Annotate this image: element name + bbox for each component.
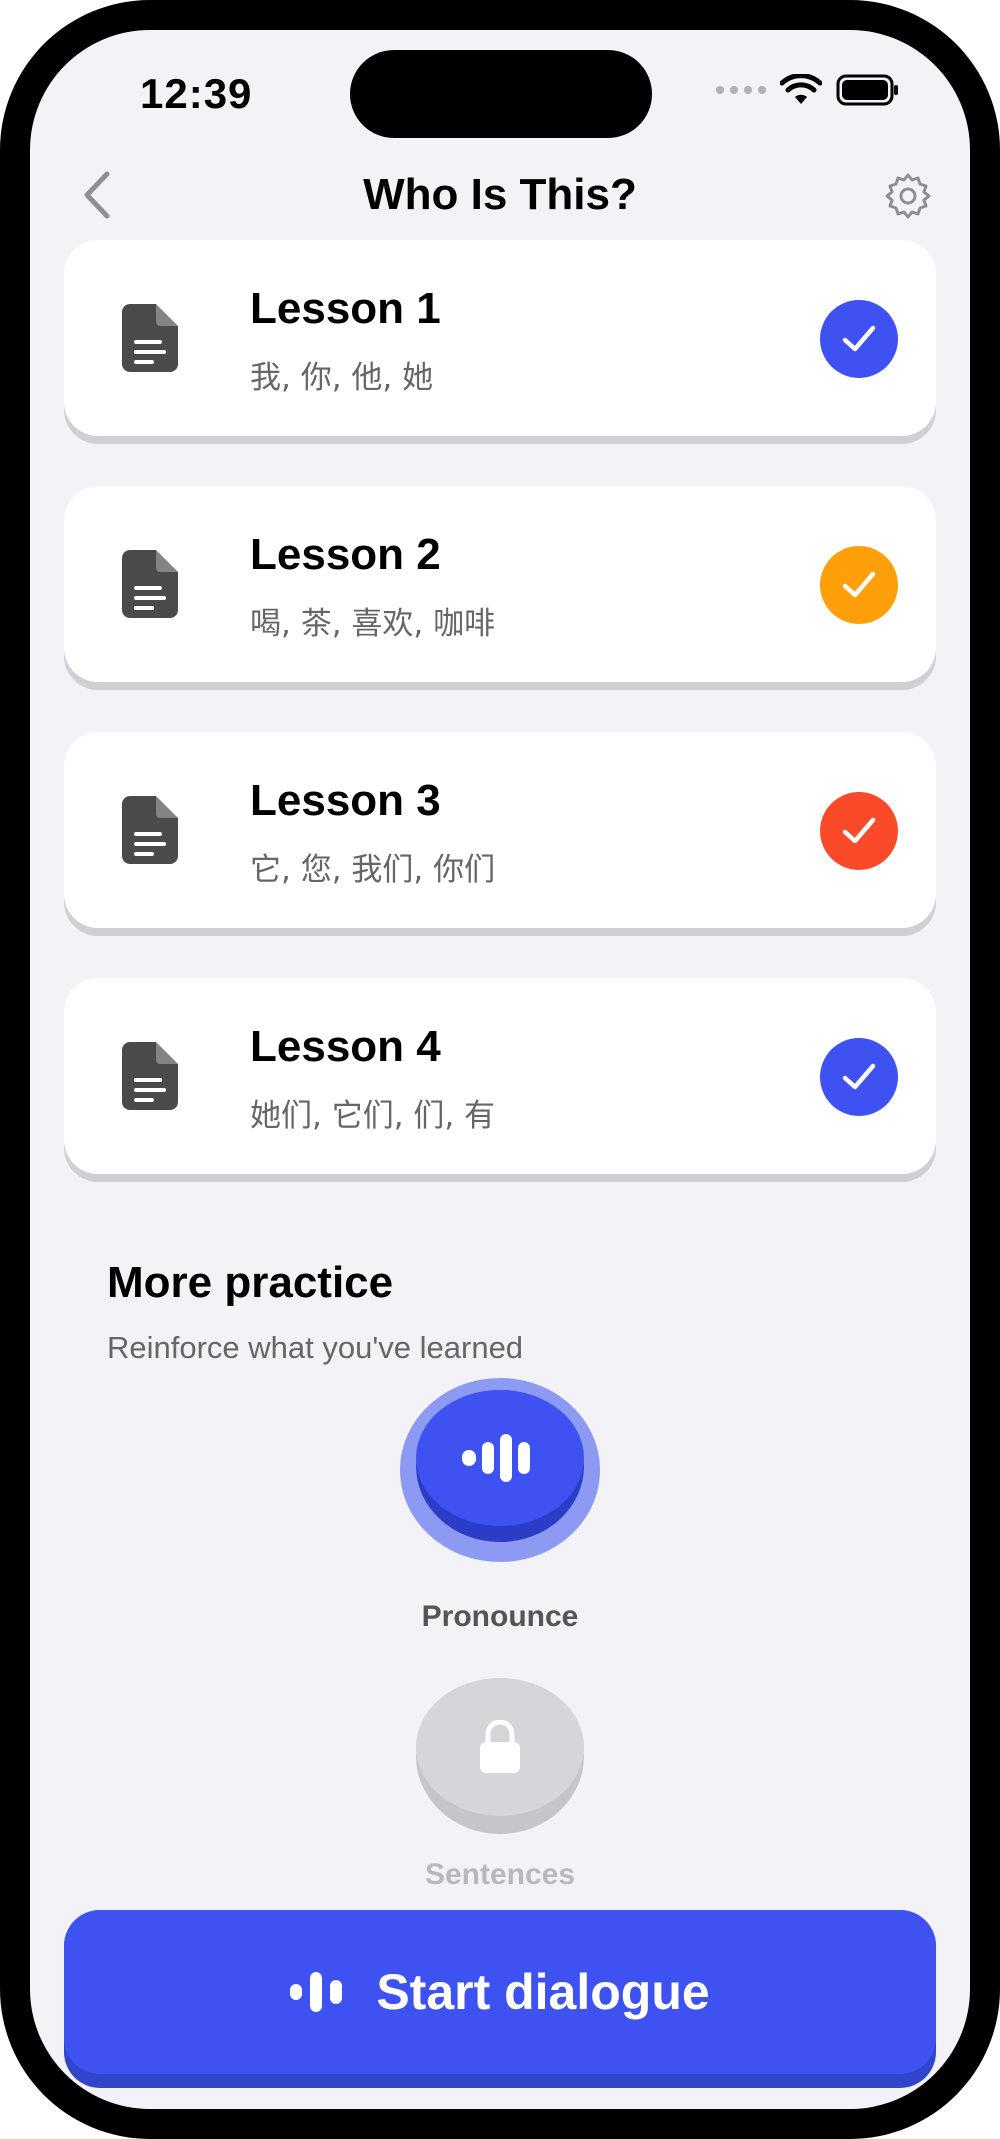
checkmark-icon <box>842 817 876 844</box>
device-frame: 12:39 Who Is This? Lesson 1 我, 你, 他, 她 L… <box>0 0 1000 2139</box>
battery-icon <box>836 74 898 106</box>
lesson-title: Lesson 3 <box>250 776 441 825</box>
wifi-icon <box>780 74 822 104</box>
document-icon <box>122 1042 178 1110</box>
lesson-card[interactable]: Lesson 4 她们, 它们, 们, 有 <box>64 978 936 1174</box>
lesson-card[interactable]: Lesson 1 我, 你, 他, 她 <box>64 240 936 436</box>
checkmark-icon <box>842 571 876 598</box>
lesson-words: 她们, 它们, 们, 有 <box>250 1098 496 1134</box>
section-title: More practice <box>107 1258 394 1307</box>
document-icon <box>122 550 178 618</box>
app-screen: 12:39 Who Is This? Lesson 1 我, 你, 他, 她 L… <box>30 30 970 2109</box>
lesson-words: 喝, 茶, 喜欢, 咖啡 <box>250 606 496 642</box>
status-time: 12:39 <box>140 70 253 117</box>
sentences-label: Sentences <box>424 1858 576 1891</box>
sentences-button[interactable] <box>416 1678 584 1816</box>
start-dialogue-label: Start dialogue <box>376 1964 710 2020</box>
waveform-icon <box>462 1434 530 1482</box>
lesson-words: 它, 您, 我们, 你们 <box>250 852 496 888</box>
start-dialogue-button[interactable]: Start dialogue <box>64 1910 936 2074</box>
section-subtitle: Reinforce what you've learned <box>107 1330 524 1365</box>
lesson-title: Lesson 1 <box>250 284 441 333</box>
lesson-card[interactable]: Lesson 3 它, 您, 我们, 你们 <box>64 732 936 928</box>
pronounce-label: Pronounce <box>421 1600 579 1633</box>
pronounce-button[interactable] <box>416 1390 584 1526</box>
completed-badge <box>820 792 898 870</box>
checkmark-icon <box>842 325 876 352</box>
document-icon <box>122 796 178 864</box>
signal-icon <box>716 86 766 94</box>
lesson-title: Lesson 4 <box>250 1022 441 1071</box>
waveform-icon <box>290 1972 343 2012</box>
checkmark-icon <box>842 1063 876 1090</box>
document-icon <box>122 304 178 372</box>
lesson-card[interactable]: Lesson 2 喝, 茶, 喜欢, 咖啡 <box>64 486 936 682</box>
completed-badge <box>820 300 898 378</box>
settings-button[interactable] <box>876 164 940 228</box>
lesson-words: 我, 你, 他, 她 <box>250 360 434 396</box>
completed-badge <box>820 546 898 624</box>
dynamic-island <box>350 50 652 138</box>
page-title: Who Is This? <box>363 170 637 219</box>
status-icons <box>716 74 900 106</box>
lock-icon <box>480 1720 520 1773</box>
lesson-title: Lesson 2 <box>250 530 441 579</box>
gear-icon <box>885 173 931 219</box>
completed-badge <box>820 1038 898 1116</box>
